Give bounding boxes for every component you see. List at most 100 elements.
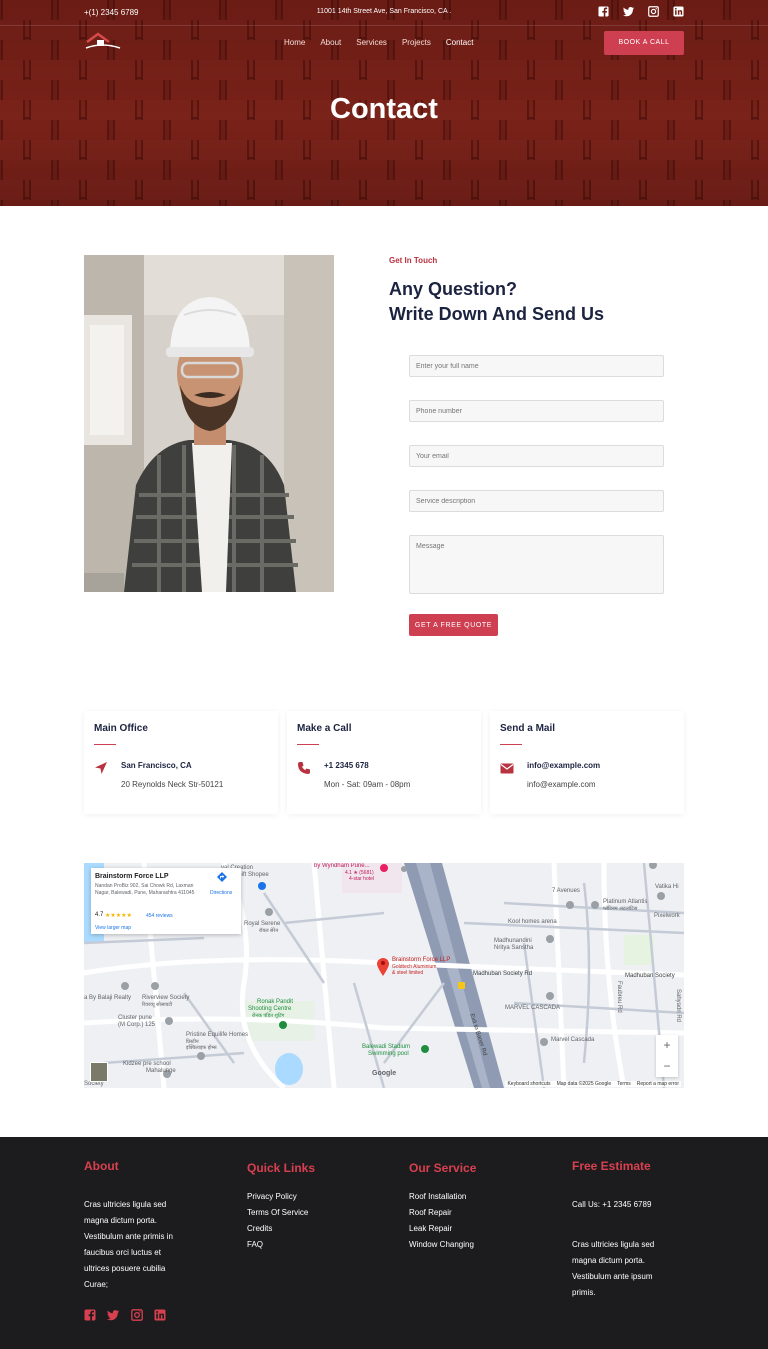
card-primary-text[interactable]: +1 2345 678 [324, 761, 369, 770]
linkedin-icon[interactable] [154, 1309, 166, 1321]
footer-about-line: faucibus orci luctus et [84, 1248, 161, 1257]
topbar-phone[interactable]: +(1) 2345 6789 [84, 8, 139, 17]
topbar-address: 11001 14th Street Ave, San Francisco, CA… [316, 8, 452, 15]
map-label-royal: Royal Serene [244, 921, 281, 927]
map-label-pin-sub2: & steel limited [392, 970, 424, 976]
main-office-card: Main Office San Francisco, CA 20 Reynold… [84, 711, 278, 814]
main-nav: Home About Services Projects Contact [284, 38, 473, 47]
footer-about-line: magna dictum porta. [84, 1216, 157, 1225]
service-description-input[interactable] [409, 490, 664, 512]
footer-quick-links-title: Quick Links [247, 1161, 316, 1175]
map-rating-stars: ★★★★★ [105, 913, 132, 919]
map-label-pin-name[interactable]: Brainstorm Force LLP [392, 957, 450, 963]
map-label-riverview: Riverview Society [142, 995, 190, 1001]
map-label-sahyadri: Sahyadri Rd [675, 989, 681, 1023]
phone-icon [298, 762, 310, 774]
card-underline [500, 744, 522, 745]
footer-our-service-title: Our Service [409, 1161, 477, 1175]
footer-link-faq[interactable]: FAQ [247, 1240, 263, 1249]
view-larger-map-link[interactable]: View larger map [95, 925, 131, 931]
map-place-card: Brainstorm Force LLP Nandan ProBiz 902, … [91, 868, 241, 934]
footer-link-window-changing[interactable]: Window Changing [409, 1240, 474, 1249]
email-input[interactable] [409, 445, 664, 467]
directions-link[interactable]: Directions [210, 890, 232, 896]
instagram-icon[interactable] [131, 1309, 143, 1321]
footer-link-terms[interactable]: Terms Of Service [247, 1208, 308, 1217]
map-label-kidzee2: Mahalunge [146, 1068, 176, 1074]
map-label-pixelwork: Pixelwork [654, 913, 680, 919]
map-label-marvel-cascada: Marvel Cascada [551, 1037, 595, 1043]
message-textarea[interactable] [409, 535, 664, 594]
directions-icon[interactable] [217, 872, 227, 882]
map-label-seven-avenues: 7 Avenues [552, 888, 580, 894]
report-map-error-link[interactable]: Report a map error [637, 1081, 679, 1087]
footer-link-privacy[interactable]: Privacy Policy [247, 1192, 297, 1201]
footer-link-roof-installation[interactable]: Roof Installation [409, 1192, 466, 1201]
footer-estimate-line: primis. [572, 1288, 596, 1297]
top-bar: +(1) 2345 6789 11001 14th Street Ave, Sa… [0, 0, 768, 26]
map-label-faubreu: Faubreu Rd [616, 981, 622, 1013]
get-a-free-quote-button[interactable]: GET A FREE QUOTE [409, 614, 498, 636]
google-map-embed[interactable]: val Creation Gift Shopee by Wyndham Pune… [84, 863, 684, 1088]
footer-estimate-call[interactable]: Call Us: +1 2345 6789 [572, 1197, 651, 1213]
map-label-platinum-local: प्लॅटिनम अटलांटिस [603, 906, 638, 912]
nav-about[interactable]: About [320, 38, 341, 47]
nav-home[interactable]: Home [284, 38, 305, 47]
make-a-call-card: Make a Call +1 2345 678 Mon - Sat: 09am … [287, 711, 481, 814]
map-label-ronak2: Shooting Centre [248, 1006, 292, 1012]
contact-heading: Any Question? Write Down And Send Us [389, 277, 604, 327]
map-footer-links: Keyboard shortcuts Map data ©2025 Google… [505, 1081, 681, 1087]
card-underline [297, 744, 319, 745]
topbar-social-links [598, 6, 684, 17]
contact-photo [84, 255, 334, 592]
page-hero: +(1) 2345 6789 11001 14th Street Ave, Sa… [0, 0, 768, 206]
zoom-out-button[interactable]: − [656, 1056, 678, 1077]
book-a-call-button[interactable]: BOOK A CALL [604, 31, 684, 55]
map-label-pristine: Pristine Equilife Homes [186, 1032, 249, 1038]
card-title: Main Office [94, 723, 148, 734]
footer-link-roof-repair[interactable]: Roof Repair [409, 1208, 452, 1217]
map-label-riverview-local: रिवरव्यू सोसायटी [142, 1002, 173, 1008]
logo-house-icon[interactable] [84, 31, 122, 53]
get-in-touch-label: Get In Touch [389, 256, 438, 265]
facebook-icon[interactable] [84, 1309, 96, 1321]
zoom-in-button[interactable]: + [656, 1035, 678, 1056]
contact-heading-line2: Write Down And Send Us [389, 304, 605, 324]
full-name-input[interactable] [409, 355, 664, 377]
instagram-icon[interactable] [648, 6, 659, 17]
map-label-cluster1: Cluster pune [118, 1015, 153, 1021]
page-title: Contact [330, 93, 438, 125]
footer-link-credits[interactable]: Credits [247, 1224, 272, 1233]
map-rating-value: 4.7 [95, 912, 104, 918]
map-data-credit: Map data ©2025 Google [556, 1081, 612, 1087]
construction-worker-image [84, 255, 334, 592]
map-label-royal-local: रॉयल सेरेन [259, 928, 279, 934]
map-label-balewadi2: Swimming pool [368, 1051, 409, 1057]
phone-number-input[interactable] [409, 400, 664, 422]
footer-about-line: ultrices posuere cubilia [84, 1264, 166, 1273]
card-primary-text[interactable]: info@example.com [527, 761, 600, 770]
footer-link-leak-repair[interactable]: Leak Repair [409, 1224, 452, 1233]
map-label-cluster2: (M Corp.) 125 [118, 1022, 156, 1028]
linkedin-icon[interactable] [673, 6, 684, 17]
keyboard-shortcuts-link[interactable]: Keyboard shortcuts [507, 1081, 550, 1087]
twitter-icon[interactable] [623, 6, 634, 17]
map-label-pristine-local2: इक्विलाइफ होम्स [186, 1045, 217, 1051]
send-a-mail-card: Send a Mail info@example.com info@exampl… [490, 711, 684, 814]
nav-projects[interactable]: Projects [402, 38, 431, 47]
map-label-madhunandini: Madhunandini [494, 938, 532, 944]
twitter-icon[interactable] [107, 1309, 119, 1321]
card-secondary-text[interactable]: info@example.com [527, 780, 596, 789]
facebook-icon[interactable] [598, 6, 609, 17]
map-reviews-link[interactable]: 454 reviews [146, 913, 173, 919]
map-satellite-toggle[interactable] [90, 1062, 108, 1082]
site-footer: About Cras ultricies ligula sed magna di… [0, 1137, 768, 1349]
nav-services[interactable]: Services [356, 38, 387, 47]
footer-free-estimate-title: Free Estimate [572, 1159, 651, 1173]
map-label-gift: Gift Shopee [237, 872, 269, 878]
nav-contact[interactable]: Contact [446, 38, 474, 47]
card-secondary-text: 20 Reynolds Neck Str-50121 [121, 780, 224, 789]
map-terms-link[interactable]: Terms [617, 1081, 631, 1087]
map-zoom-controls: + − [656, 1035, 678, 1077]
envelope-icon [500, 763, 514, 774]
